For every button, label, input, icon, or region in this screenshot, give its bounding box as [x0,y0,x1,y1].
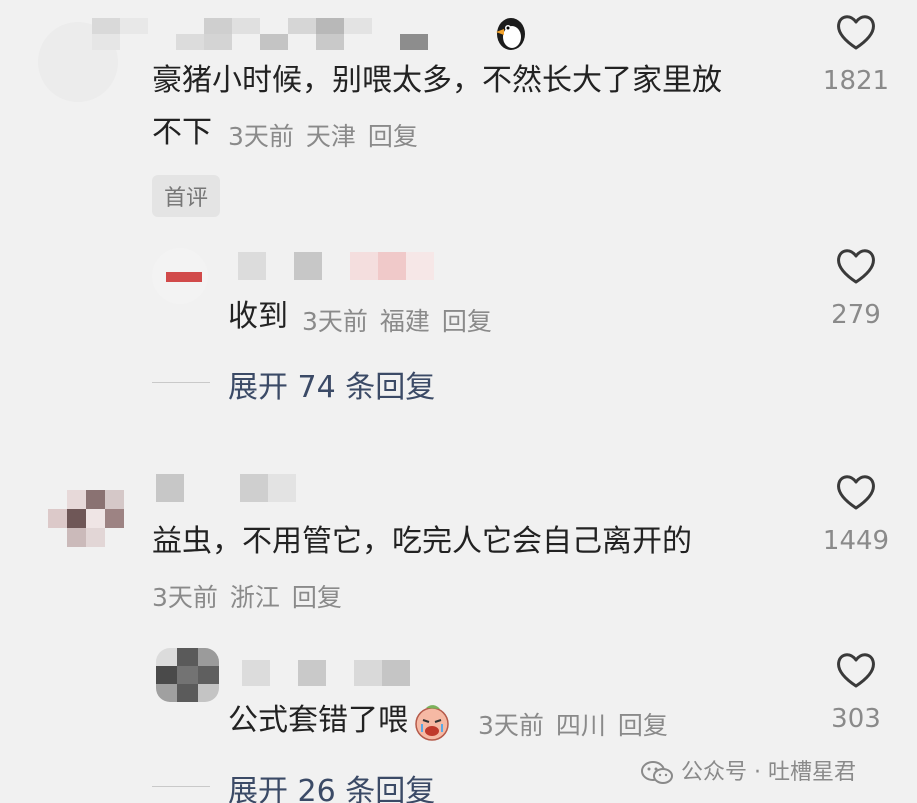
wechat-icon [640,759,674,787]
comment-text-continued: 不下 [152,115,212,150]
reply-meta: 3天前 四川 回复 [478,706,680,742]
avatar[interactable] [156,648,219,702]
heart-icon[interactable] [835,12,877,52]
expand-label: 展开 [228,774,288,803]
comment-time: 3天前 [152,583,218,612]
comment-meta: 3天前 天津 回复 [228,117,430,153]
like-group: 1449 [806,472,906,556]
comment-time: 3天前 [228,122,294,151]
avatar[interactable] [48,490,124,547]
expand-label: 展开 [228,370,288,405]
comment-thread: 豪猪小时候，别喂太多，不然长大了家里放 不下 3天前 天津 回复 首评 1821 收… [0,0,917,803]
expand-count: 26 [297,774,336,803]
first-comment-badge: 首评 [152,175,221,217]
expand-suffix: 条回复 [345,370,436,405]
reply-text-content: 公式套错了喂 [228,703,408,738]
reply-time: 3天前 [302,307,368,336]
heart-icon[interactable] [835,246,877,286]
reply-time: 3天前 [478,711,544,740]
expand-replies-button[interactable]: 展开 26 条回复 [228,766,435,803]
like-count: 1449 [822,526,890,556]
crying-face-emoji-icon [412,702,452,742]
expand-divider [152,382,210,383]
expand-suffix: 条回复 [345,774,436,803]
avatar[interactable] [152,248,208,304]
comment-text: 豪猪小时候，别喂太多，不然长大了家里放 [152,63,722,98]
reply-link[interactable]: 回复 [368,122,418,151]
heart-icon[interactable] [835,650,877,690]
expand-count: 74 [297,370,336,405]
username-blurred[interactable] [242,660,410,686]
comment-meta: 3天前 浙江 回复 [152,578,354,614]
reply-link[interactable]: 回复 [292,583,342,612]
like-count: 1821 [822,66,890,96]
reply-link[interactable]: 回复 [442,307,492,336]
expand-replies-button[interactable]: 展开 74 条回复 [228,362,435,406]
username-blurred[interactable] [238,252,434,280]
comment-text: 益虫，不用管它，吃完人它会自己离开的 [152,524,692,559]
reply-location: 四川 [555,711,606,740]
username-blurred[interactable] [156,474,296,502]
reply-link[interactable]: 回复 [618,711,668,740]
reply-text: 公式套错了喂 [228,698,452,744]
watermark-text: 公众号 · 吐槽星君 [681,760,856,785]
reply-text: 收到 [228,299,288,334]
username-blurred[interactable] [92,18,484,50]
like-group: 279 [806,246,906,330]
like-group: 303 [806,650,906,734]
like-count: 303 [831,704,881,734]
heart-icon[interactable] [835,472,877,512]
penguin-emoji-icon [490,12,530,52]
comment-location: 天津 [305,122,356,151]
expand-divider [152,786,210,787]
comment-location: 浙江 [229,583,280,612]
reply-meta: 3天前 福建 回复 [302,302,504,338]
watermark: 公众号 · 吐槽星君 [640,754,856,787]
like-count: 279 [831,300,881,330]
reply-location: 福建 [379,307,430,336]
like-group: 1821 [806,12,906,96]
